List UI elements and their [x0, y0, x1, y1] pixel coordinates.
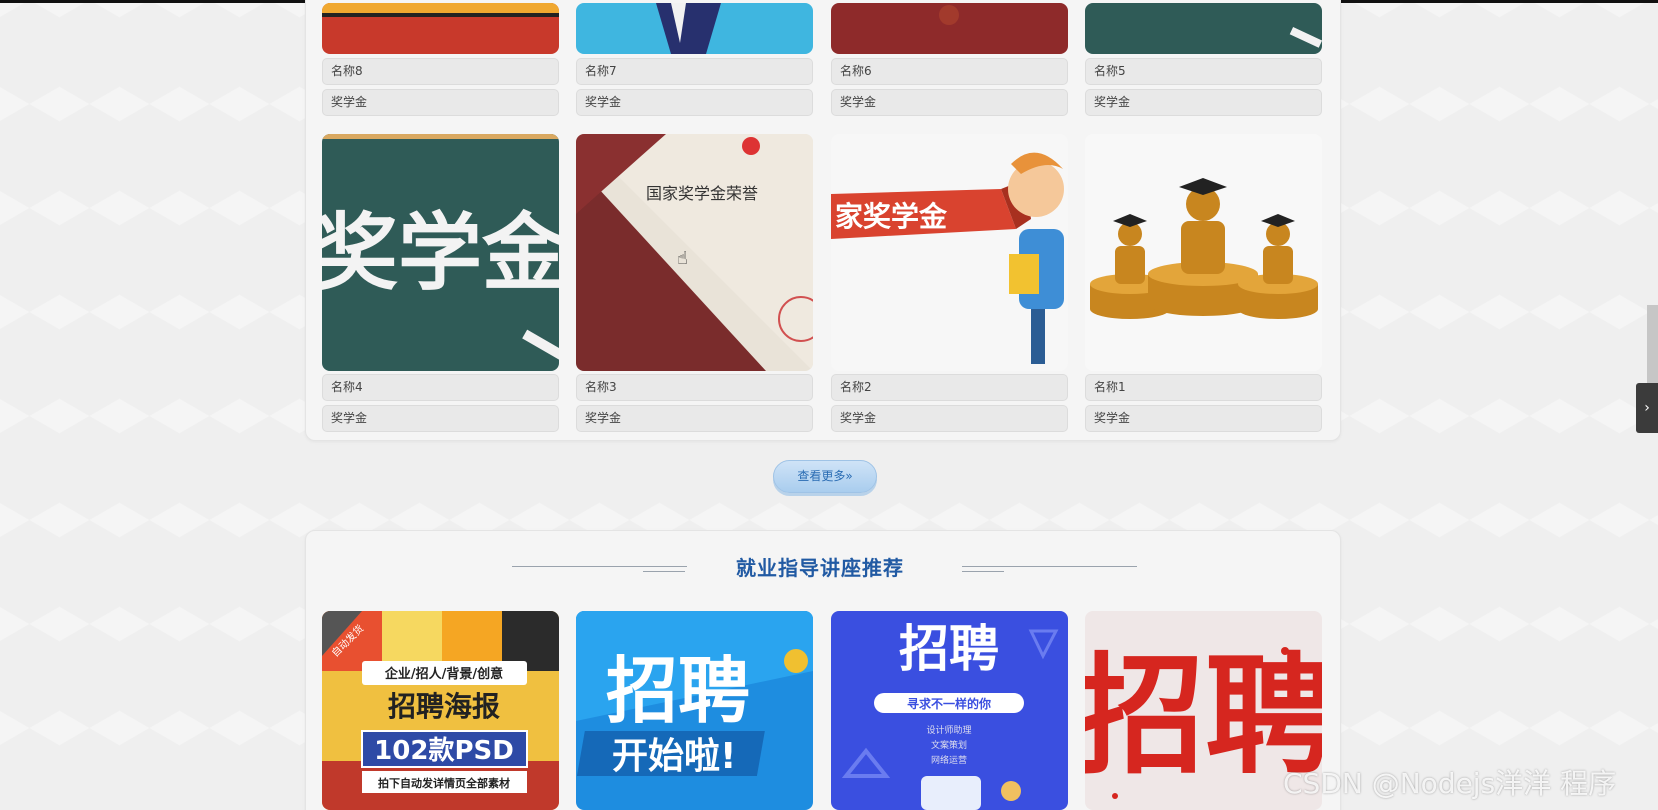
- card-image[interactable]: [576, 3, 813, 54]
- card-image-text: 家奖学金: [835, 200, 948, 233]
- svg-text:网络运营: 网络运营: [931, 754, 967, 766]
- scrollbar-thumb[interactable]: [1647, 305, 1658, 385]
- card-image[interactable]: [1085, 134, 1322, 371]
- card-name: 名称7: [576, 58, 813, 85]
- card-category: 奖学金: [322, 89, 559, 116]
- svg-text:招聘海报: 招聘海报: [388, 690, 500, 723]
- chevron-right-icon: ›: [1644, 400, 1650, 416]
- card-category: 奖学金: [322, 405, 559, 432]
- card-category: 奖学金: [576, 405, 813, 432]
- svg-text:企业/招人/背景/创意: 企业/招人/背景/创意: [384, 666, 503, 682]
- svg-text:文案策划: 文案策划: [931, 739, 967, 751]
- view-more-button[interactable]: 查看更多»: [773, 460, 877, 493]
- card-image[interactable]: 招聘 寻求不一样的你 设计师助理 文案策划 网络运营: [831, 611, 1068, 810]
- title-decoration-right: [962, 566, 1137, 567]
- card-image[interactable]: [322, 3, 559, 54]
- card-category: 奖学金: [1085, 405, 1322, 432]
- card-name: 名称3: [576, 374, 813, 401]
- card-image-text: 国家奖学金荣誉: [646, 184, 758, 203]
- section-title: 就业指导讲座推荐: [736, 556, 904, 580]
- card-image[interactable]: 家奖学金: [831, 134, 1068, 371]
- svg-text:设计师助理: 设计师助理: [926, 724, 971, 736]
- svg-text:招聘: 招聘: [899, 620, 999, 678]
- side-tab-button[interactable]: ›: [1636, 383, 1658, 433]
- card-image[interactable]: 自动发货 企业/招人/背景/创意 招聘海报 102款PSD 拍下自动发详情页全部…: [322, 611, 559, 810]
- card-category: 奖学金: [576, 89, 813, 116]
- svg-text:102款PSD: 102款PSD: [374, 736, 514, 766]
- card-name: 名称8: [322, 58, 559, 85]
- card-name: 名称5: [1085, 58, 1322, 85]
- card-image[interactable]: 奖学金: [322, 134, 559, 371]
- card-image[interactable]: 招聘 开始啦!: [576, 611, 813, 810]
- card-name: 名称2: [831, 374, 1068, 401]
- card-name: 名称6: [831, 58, 1068, 85]
- card-image[interactable]: 国家奖学金荣誉: [576, 134, 813, 371]
- card-name: 名称1: [1085, 374, 1322, 401]
- svg-text:拍下自动发详情页全部素材: 拍下自动发详情页全部素材: [378, 776, 510, 790]
- card-image[interactable]: [1085, 3, 1322, 54]
- watermark: CSDN @Nodejs洋洋 程序: [1283, 767, 1617, 800]
- svg-text:招聘: 招聘: [606, 649, 750, 733]
- svg-text:寻求不一样的你: 寻求不一样的你: [907, 696, 991, 711]
- card-image[interactable]: [831, 3, 1068, 54]
- card-category: 奖学金: [831, 405, 1068, 432]
- card-name: 名称4: [322, 374, 559, 401]
- card-image-text: 奖学金: [322, 204, 559, 302]
- card-category: 奖学金: [831, 89, 1068, 116]
- card-category: 奖学金: [1085, 89, 1322, 116]
- hand-cursor-icon: ☝: [677, 248, 688, 269]
- svg-text:开始啦!: 开始啦!: [612, 736, 736, 777]
